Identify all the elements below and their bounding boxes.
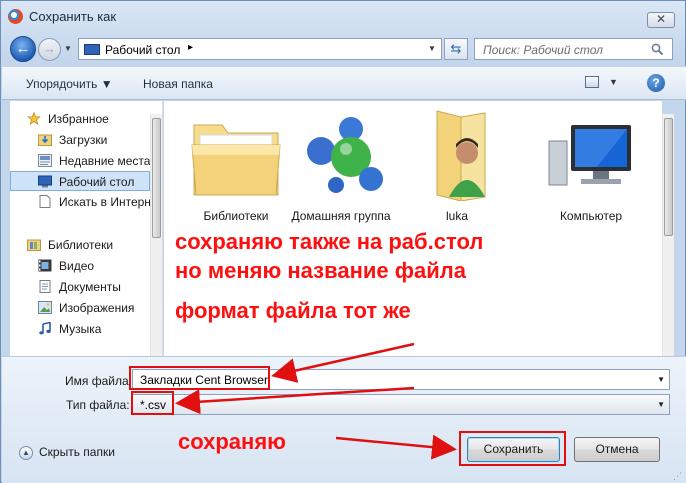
libraries-folder-icon bbox=[191, 124, 281, 196]
address-location[interactable]: Рабочий стол bbox=[105, 43, 180, 57]
arrow-right-icon: → bbox=[43, 41, 56, 56]
sidebar-item-recent-places[interactable]: Недавние места bbox=[10, 151, 150, 171]
annotation-highlight-save bbox=[459, 431, 566, 466]
annotation-text-1: сохраняю также на раб.стол bbox=[175, 229, 484, 254]
view-options-dropdown[interactable]: ▼ bbox=[609, 77, 618, 87]
pictures-icon bbox=[38, 301, 52, 314]
homegroup-icon bbox=[307, 117, 383, 193]
annotation-text-2: но меняю название файла bbox=[175, 258, 466, 283]
web-search-icon bbox=[39, 195, 51, 208]
hide-folders-button[interactable]: ▲ Скрыть папки bbox=[19, 445, 115, 460]
help-button[interactable]: ? bbox=[647, 74, 665, 92]
file-item-libraries[interactable]: Библиотеки bbox=[186, 105, 286, 225]
view-options-icon[interactable] bbox=[585, 76, 599, 88]
address-bar[interactable]: Рабочий стол ▸ ▼ bbox=[78, 38, 442, 60]
file-item-label: Библиотеки bbox=[203, 209, 269, 223]
annotation-text-3: формат файла тот же bbox=[175, 298, 411, 323]
refresh-button[interactable]: ⇆ bbox=[444, 38, 468, 60]
back-button[interactable]: ← bbox=[10, 36, 36, 62]
dialog-title: Сохранить как bbox=[29, 9, 117, 24]
sidebar-item-label: Музыка bbox=[59, 322, 102, 336]
computer-icon bbox=[548, 125, 631, 186]
recent-locations-dropdown[interactable]: ▼ bbox=[64, 44, 72, 53]
cent-browser-logo-icon bbox=[8, 9, 23, 24]
file-item-user-luka[interactable]: luka bbox=[407, 105, 507, 225]
recent-places-icon bbox=[38, 154, 52, 167]
sidebar-item-desktop[interactable]: Рабочий стол bbox=[10, 171, 150, 191]
sidebar-item-label: Документы bbox=[59, 280, 121, 294]
organize-menu-button[interactable]: Упорядочить ▼ bbox=[26, 77, 113, 91]
sidebar-item-web-search[interactable]: Искать в Интернете bbox=[10, 192, 150, 212]
title-bar: Сохранить как ✕ bbox=[1, 1, 685, 31]
sidebar-item-label: Библиотеки bbox=[48, 238, 114, 252]
desktop-icon bbox=[84, 44, 100, 55]
file-item-computer[interactable]: Компьютер bbox=[541, 105, 641, 225]
documents-icon bbox=[39, 280, 51, 293]
address-history-dropdown[interactable]: ▼ bbox=[428, 44, 436, 53]
file-item-label: Компьютер bbox=[559, 209, 623, 223]
desktop-icon bbox=[38, 175, 52, 188]
collapse-up-icon: ▲ bbox=[19, 445, 33, 460]
breadcrumb-chevron-icon[interactable]: ▸ bbox=[188, 42, 193, 53]
search-input[interactable]: Поиск: Рабочий стол bbox=[474, 38, 673, 60]
libraries-icon bbox=[27, 239, 41, 251]
sidebar-item-label: Изображения bbox=[59, 301, 135, 315]
navigation-scrollbar[interactable] bbox=[150, 114, 162, 356]
sidebar-item-label: Избранное bbox=[48, 112, 109, 126]
filetype-select[interactable]: *.csv ▼ bbox=[132, 394, 670, 415]
filetype-label: Тип файла: bbox=[66, 398, 130, 412]
music-icon bbox=[39, 322, 51, 335]
search-icon[interactable] bbox=[651, 43, 664, 56]
downloads-folder-icon bbox=[38, 134, 52, 146]
cancel-button[interactable]: Отмена bbox=[574, 437, 660, 462]
user-folder-icon bbox=[436, 110, 486, 201]
file-item-label: luka bbox=[445, 209, 468, 223]
sidebar-item-label: Рабочий стол bbox=[59, 175, 135, 189]
video-icon bbox=[38, 259, 52, 272]
navigation-pane: Избранное Загрузки Недавние места Рабочи… bbox=[10, 101, 163, 356]
chevron-down-icon[interactable]: ▼ bbox=[657, 400, 665, 409]
sidebar-item-pictures[interactable]: Изображения bbox=[10, 298, 150, 318]
filename-label: Имя файла: bbox=[65, 374, 132, 388]
hide-folders-label: Скрыть папки bbox=[39, 445, 115, 459]
sidebar-item-favorites[interactable]: Избранное bbox=[10, 109, 150, 129]
new-folder-button[interactable]: Новая папка bbox=[143, 77, 213, 91]
close-button[interactable]: ✕ bbox=[647, 12, 675, 28]
sidebar-item-downloads[interactable]: Загрузки bbox=[10, 130, 150, 150]
annotation-highlight-filename bbox=[129, 366, 270, 390]
annotation-text-4: сохраняю bbox=[178, 429, 286, 454]
file-item-homegroup[interactable]: Домашняя группа bbox=[291, 105, 391, 235]
sidebar-item-label: Видео bbox=[59, 259, 95, 273]
sidebar-item-libraries[interactable]: Библиотеки bbox=[10, 235, 150, 255]
arrow-left-icon: ← bbox=[15, 40, 31, 57]
forward-button[interactable]: → bbox=[38, 38, 61, 61]
sidebar-item-music[interactable]: Музыка bbox=[10, 319, 150, 339]
sidebar-item-label: Недавние места bbox=[59, 154, 150, 168]
file-view-scrollbar[interactable] bbox=[662, 114, 674, 356]
file-item-label: Домашняя группа bbox=[291, 209, 391, 223]
star-icon bbox=[27, 112, 41, 125]
resize-grip-icon[interactable]: ⋰ bbox=[673, 471, 682, 482]
chevron-down-icon[interactable]: ▼ bbox=[657, 375, 665, 384]
annotation-highlight-filetype bbox=[131, 391, 174, 415]
navigation-scrollbar-thumb[interactable] bbox=[152, 118, 161, 238]
file-view-scrollbar-thumb[interactable] bbox=[664, 118, 673, 236]
command-toolbar: Упорядочить ▼ Новая папка ▼ ? bbox=[2, 66, 686, 100]
sidebar-item-label: Искать в Интернете bbox=[59, 195, 150, 209]
search-placeholder: Поиск: Рабочий стол bbox=[483, 43, 603, 57]
sidebar-item-label: Загрузки bbox=[59, 133, 108, 147]
sidebar-item-video[interactable]: Видео bbox=[10, 256, 150, 276]
sidebar-item-documents[interactable]: Документы bbox=[10, 277, 150, 297]
